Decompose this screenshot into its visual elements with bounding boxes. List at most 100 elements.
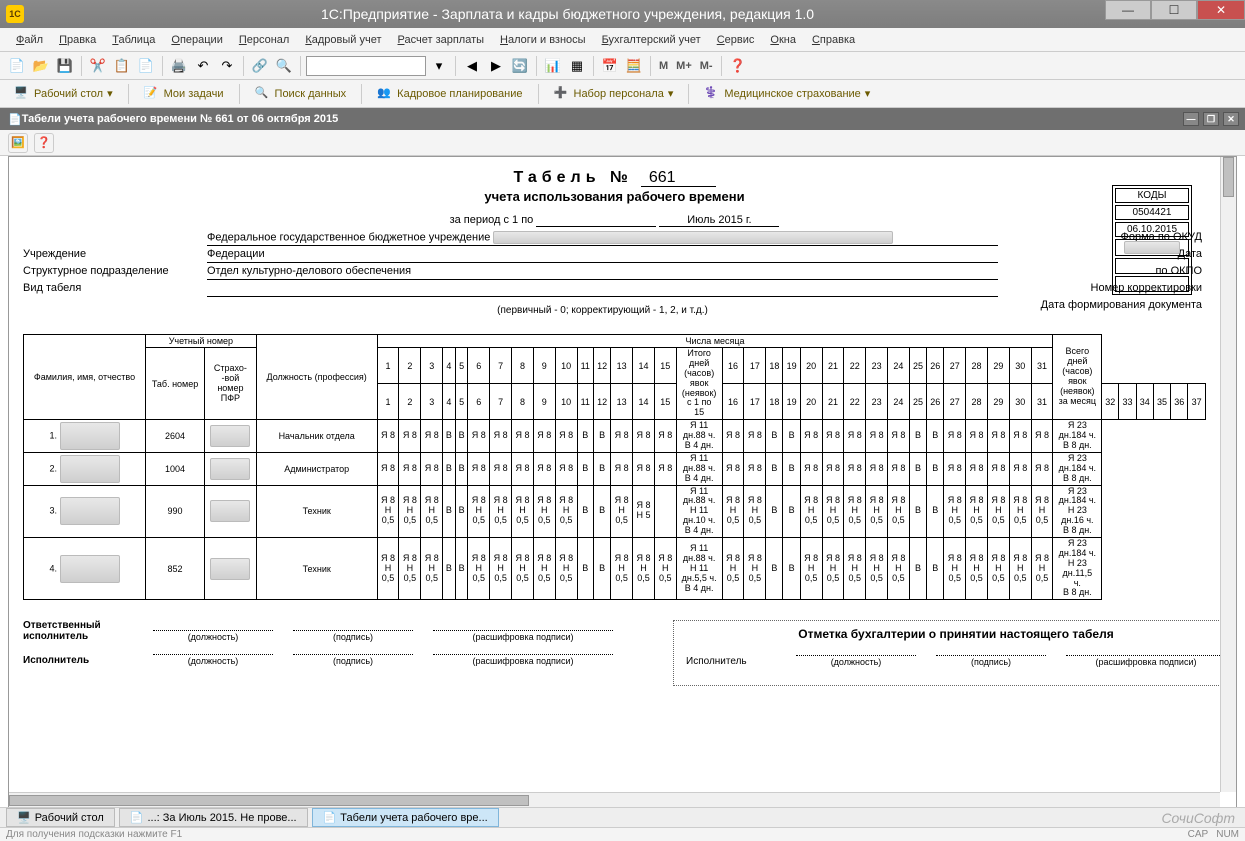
menu-taxes[interactable]: Налоги и взносы (492, 31, 594, 49)
paste-icon[interactable]: 📄 (135, 55, 157, 77)
chart-icon[interactable]: 📊 (542, 55, 564, 77)
doc-restore-button[interactable]: ❐ (1203, 112, 1219, 126)
nav-desktop[interactable]: 🖥️Рабочий стол▾ (6, 83, 121, 105)
cell: Я 8 (377, 452, 399, 485)
prev-icon[interactable]: ◀ (461, 55, 483, 77)
doc-minimize-button[interactable]: — (1183, 112, 1199, 126)
open-icon[interactable]: 📂 (30, 55, 52, 77)
col-total: Всего дней (часов) явок (неявок) за меся… (1053, 335, 1102, 420)
menu-service[interactable]: Сервис (709, 31, 763, 49)
cell: 1004 (146, 452, 205, 485)
search-dropdown-icon[interactable]: ▾ (428, 55, 450, 77)
undo-icon[interactable]: ↶ (192, 55, 214, 77)
cut-icon[interactable]: ✂️ (87, 55, 109, 77)
titlebar[interactable]: 1C 1С:Предприятие - Зарплата и кадры бюд… (0, 0, 1245, 28)
cell: В (455, 420, 468, 453)
menu-file[interactable]: Файл (8, 31, 51, 49)
grid-icon[interactable]: ▦ (566, 55, 588, 77)
vertical-scrollbar[interactable] (1220, 157, 1236, 792)
cell: Я 8Н0,5 (421, 538, 443, 600)
cell (654, 485, 676, 537)
link-icon[interactable]: 🔗 (249, 55, 271, 77)
cell: В (443, 452, 456, 485)
document-scroll-area[interactable]: КОДЫ 0504421 06.10.2015 Табель №661 учет… (9, 157, 1220, 792)
menu-payroll[interactable]: Расчет зарплаты (390, 31, 493, 49)
menu-accounting[interactable]: Бухгалтерский учет (594, 31, 709, 49)
preview-icon[interactable]: 🖼️ (8, 133, 28, 153)
column-number: 12 (594, 384, 611, 420)
column-number: 18 (766, 384, 783, 420)
nav-recruit[interactable]: ➕Набор персонала▾ (546, 83, 682, 105)
help-icon[interactable]: ❓ (34, 133, 54, 153)
cell: Я 8 (944, 452, 966, 485)
doc-close-button[interactable]: ✕ (1223, 112, 1239, 126)
day-header: 2 (399, 348, 421, 384)
doc-tab-icon: 📄 (8, 113, 22, 126)
cell: Я 8 (822, 420, 844, 453)
cell: Я 8Н0,5 (611, 538, 633, 600)
nav-planning[interactable]: 👥Кадровое планирование (369, 83, 530, 105)
cell: Я 8Н0,5 (1031, 538, 1053, 600)
save-icon[interactable]: 💾 (54, 55, 76, 77)
column-number: 17 (744, 384, 766, 420)
minimize-button[interactable]: — (1105, 0, 1151, 20)
close-button[interactable]: ✕ (1197, 0, 1245, 20)
menu-edit[interactable]: Правка (51, 31, 104, 49)
print-icon[interactable]: 🖨️ (168, 55, 190, 77)
calc-icon[interactable]: 🧮 (623, 55, 645, 77)
cell: Я 8Н0,5 (966, 485, 988, 537)
redo-icon[interactable]: ↷ (216, 55, 238, 77)
cell: Я 8Н0,5 (512, 485, 534, 537)
new-doc-icon[interactable]: 📄 (6, 55, 28, 77)
nav-medical[interactable]: ⚕️Медицинское страхование▾ (696, 83, 878, 105)
menu-help[interactable]: Справка (804, 31, 863, 49)
cell: Я 8 (533, 420, 555, 453)
cell: Я 8Н0,5 (555, 485, 577, 537)
day-header: 28 (966, 348, 988, 384)
find-icon[interactable]: 🔍 (273, 55, 295, 77)
org-value2: Федерации (207, 248, 998, 263)
medical-icon: ⚕️ (704, 86, 720, 102)
menu-personnel[interactable]: Персонал (231, 31, 298, 49)
menu-hr[interactable]: Кадровый учет (297, 31, 389, 49)
nav-search[interactable]: 🔍Поиск данных (247, 83, 355, 105)
taskbar-tab-doc2[interactable]: 📄Табели учета рабочего вре... (312, 808, 499, 827)
column-number: 9 (533, 384, 555, 420)
taskbar-tab-doc1[interactable]: 📄...: За Июль 2015. Не прове... (119, 808, 308, 827)
report-title: Табель №661 (23, 169, 1206, 187)
cell: Я 8Н0,5 (611, 485, 633, 537)
scrollbar-thumb[interactable] (9, 795, 529, 806)
next-icon[interactable]: ▶ (485, 55, 507, 77)
nav-tasks[interactable]: 📝Мои задачи (136, 83, 232, 105)
memory-mminus[interactable]: M- (697, 60, 716, 72)
refresh-icon[interactable]: 🔄 (509, 55, 531, 77)
column-number: 37 (1188, 384, 1206, 420)
menu-table[interactable]: Таблица (104, 31, 163, 49)
search-input[interactable] (306, 56, 426, 76)
cell: Я 8 (744, 452, 766, 485)
maximize-button[interactable]: ☐ (1151, 0, 1197, 20)
menu-bar: Файл Правка Таблица Операции Персонал Ка… (0, 28, 1245, 52)
menu-operations[interactable]: Операции (163, 31, 230, 49)
memory-m[interactable]: M (656, 60, 671, 72)
brand-watermark: СочиСофт (1161, 810, 1235, 826)
day-header: 11 (577, 348, 593, 384)
cell: Я 8Н0,5 (800, 538, 822, 600)
taskbar-tab-desktop[interactable]: 🖥️Рабочий стол (6, 808, 115, 827)
scrollbar-thumb[interactable] (1223, 157, 1234, 197)
menu-windows[interactable]: Окна (762, 31, 804, 49)
day-header: 3 (421, 348, 443, 384)
cell: Я 8 (987, 420, 1009, 453)
code-formed (1115, 276, 1189, 292)
col-pos: Должность (профессия) (256, 335, 377, 420)
calendar-icon[interactable]: 📅 (599, 55, 621, 77)
memory-mplus[interactable]: M+ (673, 60, 695, 72)
horizontal-scrollbar[interactable] (9, 792, 1220, 808)
help-toolbar-icon[interactable]: ❓ (727, 55, 749, 77)
cell: Я 8 (888, 420, 910, 453)
cell: Я 8Н0,5 (987, 485, 1009, 537)
day-header: 10 (555, 348, 577, 384)
copy-icon[interactable]: 📋 (111, 55, 133, 77)
cell (205, 452, 257, 485)
col-pfr: Страхо- -вой номер ПФР (205, 348, 257, 420)
